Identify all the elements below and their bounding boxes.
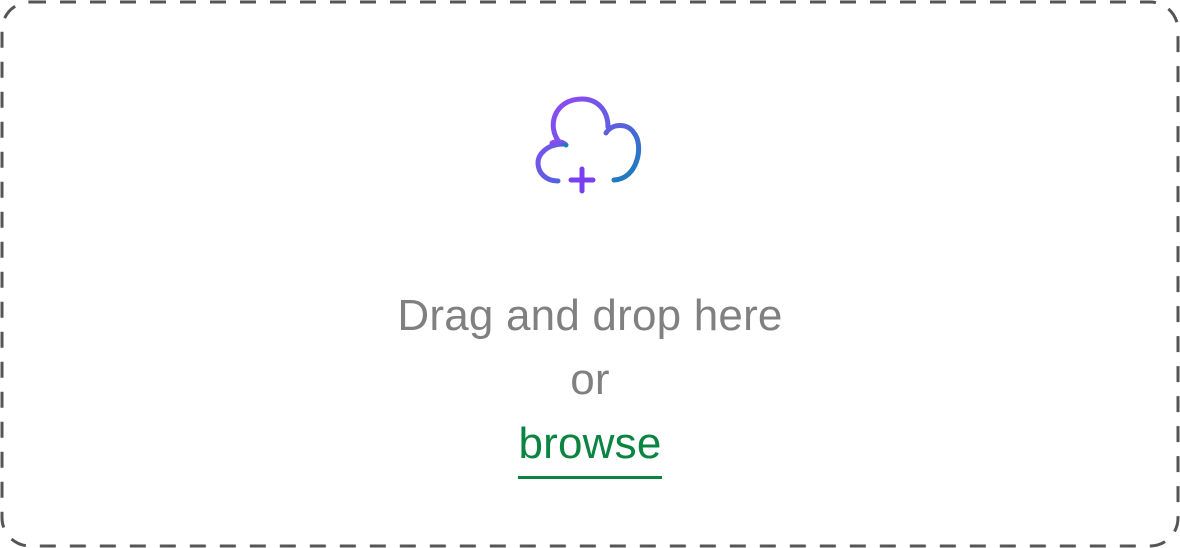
upload-dropzone[interactable]: Drag and drop here or browse (0, 0, 1180, 548)
drag-drop-prompt: Drag and drop here (397, 291, 783, 340)
cloud-upload-icon (535, 96, 642, 194)
browse-link[interactable]: browse (518, 412, 662, 479)
or-separator: or (570, 355, 610, 404)
dropzone-text: Drag and drop here or browse (0, 284, 1180, 479)
